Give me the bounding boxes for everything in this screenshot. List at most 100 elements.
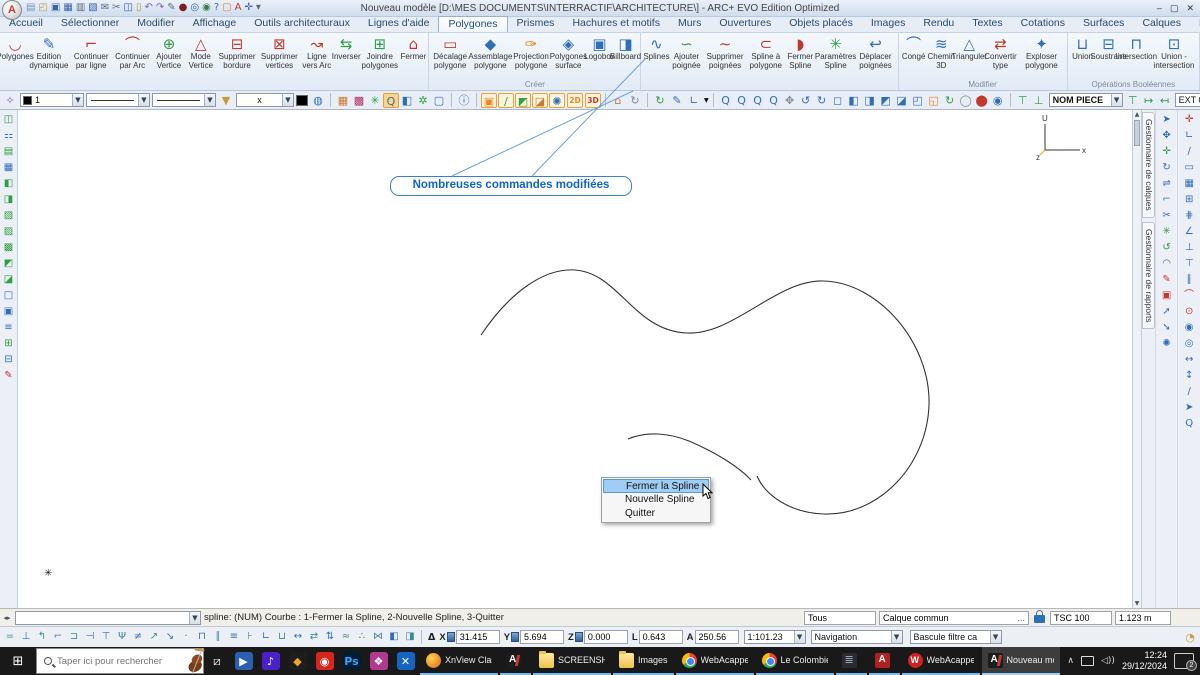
dim-v-icon[interactable]: ↕ (1182, 368, 1197, 383)
conge-button[interactable]: ⌒ Congé (901, 34, 927, 80)
delta-icon[interactable]: Δ (428, 632, 435, 643)
orbit-icon[interactable]: ↻ (627, 93, 643, 108)
fermer-button[interactable]: ⌂ Fermer (400, 34, 426, 80)
perp-icon[interactable]: ⊥ (1182, 240, 1197, 255)
photoshop-icon[interactable]: Ps (338, 647, 365, 675)
form-window-icon[interactable]: ▢ (431, 93, 447, 108)
ellipse-outline-icon[interactable]: ◯ (958, 93, 974, 108)
doors-icon[interactable]: ▨ (1, 224, 16, 239)
projection-polygone-button[interactable]: ✑ Projection polygone (512, 34, 550, 80)
navigation-mode-combo[interactable]: Navigation▼ (811, 630, 903, 644)
north-icon[interactable]: ➤ (1182, 400, 1197, 415)
menu-item-nouvelle-spline[interactable]: Nouvelle Spline (603, 493, 709, 507)
supprimer-poignees-button[interactable]: ∼ Supprimer poignées (704, 34, 747, 80)
print-icon[interactable]: ▥ (76, 3, 85, 13)
tab-gestionnaire-calques[interactable]: Gestionnaire de calques (1142, 112, 1155, 218)
ribbon-tab[interactable]: Surfaces (1074, 16, 1133, 32)
snap-offset-icon[interactable]: ⌐ (50, 629, 66, 645)
move-copy-icon[interactable]: ✛ (1159, 144, 1174, 159)
task-arcplus[interactable] (500, 647, 531, 675)
drawing-canvas[interactable]: Nombreuses commandes modifiées U x z ✳ F… (18, 110, 1132, 608)
frame-mode-icon[interactable]: ▣ (481, 93, 497, 108)
snap-halfl-icon[interactable]: ◧ (386, 629, 402, 645)
slope-icon[interactable]: / (1182, 384, 1197, 399)
app-logo-icon[interactable]: A (2, 0, 22, 20)
snap-ne-icon[interactable]: ↗ (146, 629, 162, 645)
filter-field[interactable]: Tous (804, 611, 876, 625)
cube-3d-icon[interactable]: ◧ (399, 93, 415, 108)
snap-equiv-icon[interactable]: ≡ (226, 629, 242, 645)
line-diag-icon[interactable]: ∕ (1182, 144, 1197, 159)
current-color-swatch[interactable] (296, 95, 308, 106)
task-webacappella-1[interactable]: WebAcappell... (676, 647, 754, 675)
text-style-icon[interactable]: ⊤ (1125, 93, 1141, 108)
view-iso1-icon[interactable]: ◩ (878, 93, 894, 108)
ribbon-tab[interactable]: Calques (1133, 16, 1190, 32)
task-screenshots[interactable]: SCREENSHOTS (533, 647, 611, 675)
deplacer-poignees-button[interactable]: ↩ Déplacer poignées (855, 34, 895, 80)
ribbon-tab[interactable]: Objets placés (780, 16, 862, 32)
zoom-out-icon[interactable]: Q (750, 93, 766, 108)
task-xnview[interactable]: XnView Class... (420, 647, 498, 675)
exploser-polygone-button[interactable]: ✦ Exploser polygone (1019, 34, 1065, 80)
view-settings-icon[interactable]: ◫ (1, 112, 16, 127)
ribbon-tab[interactable]: Lignes d'aide (359, 16, 439, 32)
document-icon[interactable]: ⊟ (1, 352, 16, 367)
search-input[interactable] (57, 656, 162, 667)
nom-piece-combo[interactable]: NOM PIECE▼ (1049, 93, 1123, 107)
lock-icon[interactable] (1034, 615, 1045, 623)
splines-button[interactable]: ∿ Splines (643, 34, 669, 80)
union-intersection-button[interactable]: ⊡ Union - intersection (1151, 34, 1197, 80)
ext-prev-icon[interactable]: ↦ (1141, 93, 1157, 108)
pan-icon[interactable]: ✥ (782, 93, 798, 108)
ajouter-vertice-button[interactable]: ⊕ Ajouter Vertice (152, 34, 185, 80)
copy-icon[interactable]: ◫ (124, 3, 133, 13)
export-icon[interactable]: ≡ (1, 320, 16, 335)
avast-icon[interactable]: ◆ (284, 647, 311, 675)
linetype-combo-1[interactable]: ▼ (86, 93, 150, 107)
save-all-icon[interactable]: ▦ (63, 3, 72, 13)
z-coordinate-field[interactable]: 0.000 (584, 630, 628, 644)
snap-tee-icon[interactable]: ⊤ (98, 629, 114, 645)
view-prev-icon[interactable]: ↺ (798, 93, 814, 108)
current-layer-field[interactable]: Calque commun ... (879, 611, 1029, 625)
length-field[interactable]: 0.643 (639, 630, 683, 644)
task-webacappella-2[interactable]: WebAcappell... (902, 647, 980, 675)
info-icon[interactable]: ⓘ (456, 93, 472, 108)
y-lock-icon[interactable] (511, 632, 519, 642)
grid-icon[interactable]: ⚏ (1, 128, 16, 143)
snap-cap-icon[interactable]: ⊓ (194, 629, 210, 645)
mode-vertice-button[interactable]: △ Mode Vertice (186, 34, 216, 80)
dimensions-icon[interactable]: ◪ (1, 272, 16, 287)
ribbon-tab[interactable]: Mise en Page (1190, 16, 1200, 32)
menu-item-fermer-la-spline[interactable]: Fermer la Spline (603, 479, 709, 493)
polygones-button[interactable]: ◡ Polygones (2, 34, 28, 80)
tray-chevron-icon[interactable]: ∧ (1067, 656, 1074, 666)
polygones-surface-button[interactable]: ◈ Polygones surface (550, 34, 586, 80)
zoom-extent-icon[interactable]: Q (766, 93, 782, 108)
mode-2d-button[interactable]: 2D (567, 93, 583, 108)
text-tool-icon[interactable]: □ (1, 288, 16, 303)
ribbon-tab[interactable]: Ouvertures (710, 16, 780, 32)
x-coordinate-field[interactable]: 31.415 (456, 630, 500, 644)
rails-icon[interactable]: ⋕ (1182, 208, 1197, 223)
snap-se-icon[interactable]: ↘ (162, 629, 178, 645)
zoom-in-icon[interactable]: Q (734, 93, 750, 108)
new-file-icon[interactable]: ▤ (26, 3, 35, 13)
pen-select-combo[interactable]: 1▼ (20, 93, 84, 107)
movies-tv-icon[interactable]: ▶ (230, 647, 257, 675)
ribbon-tab[interactable]: Polygones (438, 16, 507, 32)
view-front-icon[interactable]: ◧ (846, 93, 862, 108)
ribbon-tab[interactable]: Modifier (128, 16, 183, 32)
snap-fork-icon[interactable]: Ψ (114, 629, 130, 645)
task-le-colombie[interactable]: Le Colombie... (756, 647, 834, 675)
parametres-spline-button[interactable]: ✳ Paramètres Spline (816, 34, 856, 80)
snap-swap-icon[interactable]: ⇄ (306, 629, 322, 645)
view-iso2-icon[interactable]: ◪ (894, 93, 910, 108)
z-lock-icon[interactable] (575, 632, 583, 642)
snap-cup-icon[interactable]: ⊔ (274, 629, 290, 645)
layers-icon[interactable]: ▤ (1, 144, 16, 159)
ext-combo[interactable]: EXT 0.12▼ (1175, 93, 1200, 107)
grid2-icon[interactable]: ⊞ (1182, 192, 1197, 207)
speaker-icon[interactable]: ◁)) (1101, 656, 1115, 666)
